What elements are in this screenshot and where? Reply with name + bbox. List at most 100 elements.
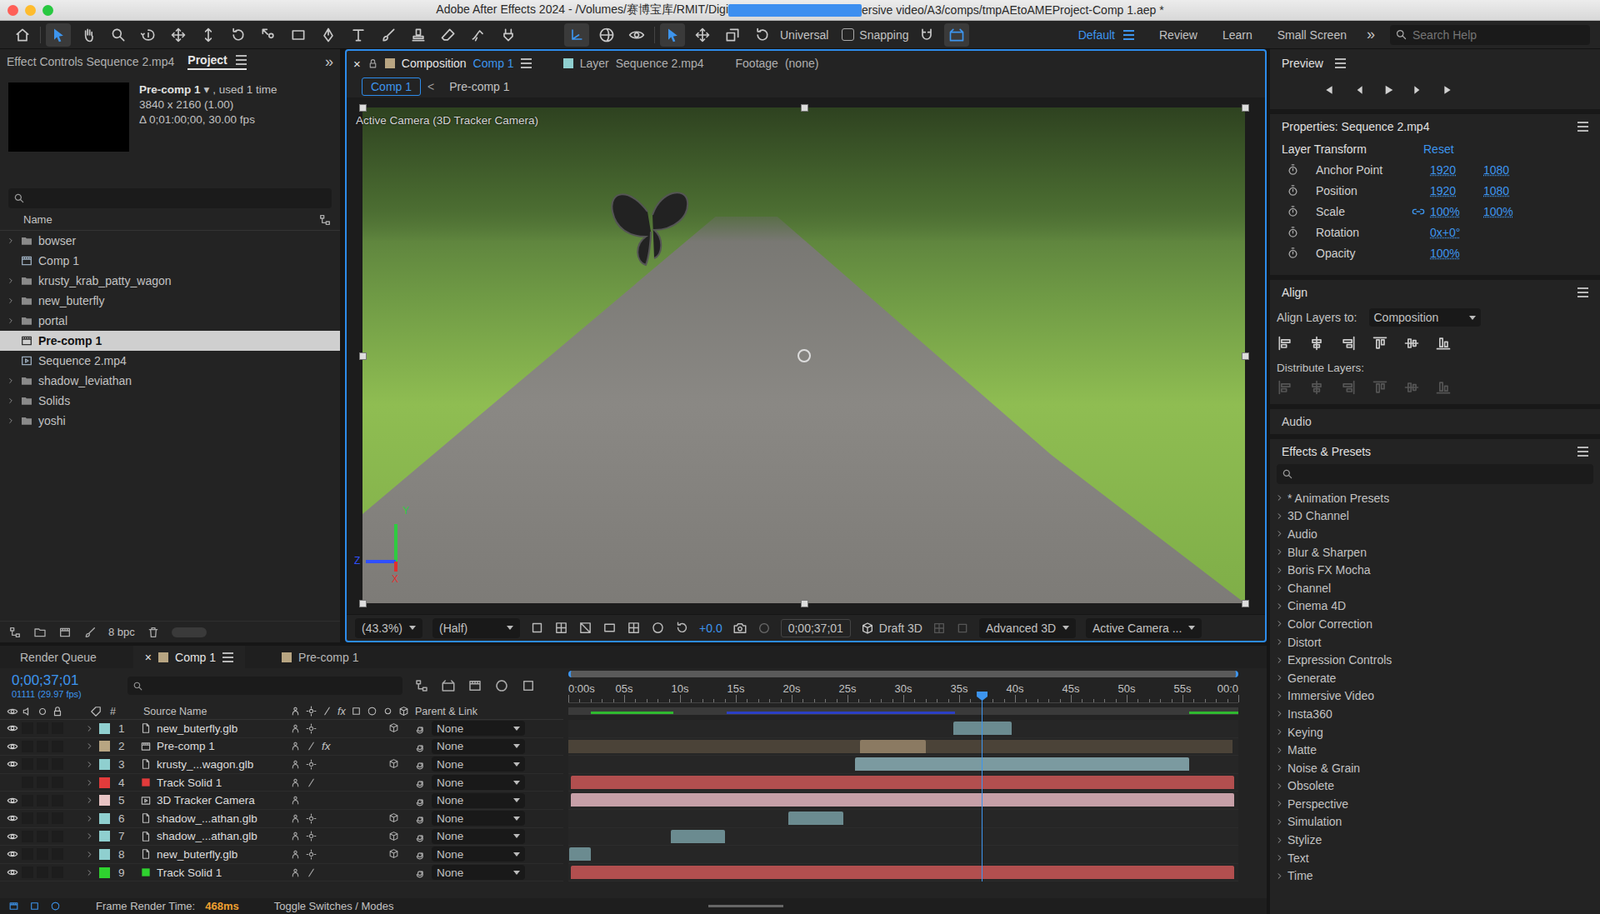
- transform-handle[interactable]: [1241, 104, 1250, 112]
- quality-icon[interactable]: [305, 867, 317, 879]
- switch-box[interactable]: [21, 830, 34, 843]
- shy-icon[interactable]: [290, 867, 301, 879]
- expand-icon[interactable]: [85, 868, 95, 878]
- pick-whip-icon[interactable]: [415, 776, 427, 789]
- tool-button[interactable]: [195, 23, 221, 47]
- anchor-point[interactable]: [797, 349, 811, 363]
- alignm-icon[interactable]: [1403, 335, 1420, 352]
- shy-icon[interactable]: [290, 777, 301, 789]
- layer-name[interactable]: Pre-comp 1: [156, 740, 290, 753]
- color-icon[interactable]: [494, 678, 510, 694]
- exposure-value[interactable]: +0.0: [699, 621, 723, 635]
- layer-row[interactable]: 53D Tracker CameraNone: [0, 791, 564, 810]
- transform-handle[interactable]: [359, 352, 367, 360]
- pick-whip-icon[interactable]: [415, 848, 427, 860]
- switch-box[interactable]: [36, 758, 49, 770]
- link-toggle[interactable]: [1411, 184, 1427, 198]
- layer-name[interactable]: Track Solid 1: [156, 866, 290, 880]
- project-item[interactable]: new_buterfly: [0, 290, 340, 311]
- tool-button[interactable]: [690, 23, 715, 47]
- panel-menu-icon[interactable]: [520, 58, 532, 69]
- label-color[interactable]: [99, 723, 110, 735]
- timeline-timecode[interactable]: 0;00;37;01: [11, 672, 116, 690]
- expand-icon[interactable]: [85, 741, 95, 751]
- transform-handle[interactable]: [359, 600, 367, 608]
- tool-button[interactable]: [315, 23, 341, 47]
- stopwatch-icon[interactable]: [1286, 205, 1300, 218]
- transform-handle[interactable]: [1241, 352, 1250, 360]
- alignl-icon[interactable]: [1276, 335, 1294, 352]
- switch-box[interactable]: [21, 722, 34, 735]
- workspace-tab[interactable]: Small Screen: [1277, 28, 1347, 42]
- layer-row[interactable]: 6shadow_...athan.glbNone: [0, 810, 564, 829]
- effect-category[interactable]: 3D Channel: [1275, 507, 1600, 526]
- extended-viewer-icon[interactable]: [955, 621, 970, 635]
- effect-category[interactable]: Blur & Sharpen: [1275, 543, 1600, 562]
- tool-button[interactable]: [375, 23, 401, 47]
- effect-category[interactable]: Matte: [1275, 740, 1600, 760]
- visibility-toggle[interactable]: [6, 795, 19, 807]
- layer-name[interactable]: new_buterfly.glb: [156, 848, 290, 861]
- switch-box[interactable]: [51, 722, 64, 735]
- layer-bar[interactable]: [570, 865, 1235, 880]
- tool-button[interactable]: [165, 23, 191, 47]
- box-icon[interactable]: [29, 900, 40, 912]
- ground-icon[interactable]: [440, 678, 456, 694]
- project-item[interactable]: Pre-comp 1: [0, 330, 340, 351]
- layer-row[interactable]: 2Pre-comp 1fxNone: [0, 738, 564, 757]
- project-item[interactable]: Solids: [0, 390, 340, 411]
- rotate-icon[interactable]: [675, 620, 690, 635]
- window-button[interactable]: [25, 5, 36, 16]
- viewer-tab[interactable]: Footage(none): [735, 56, 820, 70]
- parent-dropdown[interactable]: None: [431, 775, 525, 790]
- column-source[interactable]: Source Name: [143, 705, 290, 718]
- panel-menu-icon[interactable]: [1577, 287, 1589, 298]
- switch-box[interactable]: [36, 722, 49, 735]
- switch-box[interactable]: [51, 812, 64, 825]
- tool-button[interactable]: [720, 23, 745, 47]
- window-button[interactable]: [7, 5, 19, 16]
- workspace-tab[interactable]: Learn: [1222, 28, 1253, 42]
- prev-icon[interactable]: [1351, 83, 1365, 97]
- effect-category[interactable]: Keying: [1275, 723, 1600, 742]
- switch-box[interactable]: [21, 776, 34, 789]
- expand-icon[interactable]: [85, 724, 95, 734]
- play-icon[interactable]: [1381, 83, 1395, 97]
- switch-box[interactable]: [36, 740, 49, 753]
- expand-icon[interactable]: [6, 236, 15, 245]
- playhead[interactable]: [981, 691, 983, 882]
- visibility-toggle[interactable]: [6, 758, 19, 770]
- light-icon[interactable]: [305, 849, 317, 860]
- tool-button[interactable]: [435, 23, 461, 47]
- time-navigator[interactable]: [568, 668, 1239, 680]
- effect-category[interactable]: Channel: [1275, 579, 1600, 598]
- pick-whip-icon[interactable]: [415, 795, 427, 807]
- panel-tab[interactable]: Project: [187, 53, 246, 70]
- switch-box[interactable]: [21, 795, 34, 807]
- layer-bar[interactable]: [570, 793, 1235, 807]
- shy-icon[interactable]: [290, 759, 301, 770]
- tool-button[interactable]: [750, 23, 775, 47]
- layer-bar[interactable]: [953, 721, 1012, 735]
- shy-icon[interactable]: [290, 723, 301, 735]
- three-d-switch[interactable]: [388, 758, 400, 770]
- layer-name[interactable]: 3D Tracker Camera: [156, 794, 290, 807]
- tool-button[interactable]: [255, 23, 281, 47]
- pick-whip-icon[interactable]: [415, 722, 427, 735]
- layer-name[interactable]: new_buterfly.glb: [156, 722, 290, 735]
- layer-search[interactable]: [127, 676, 403, 695]
- pick-whip-icon[interactable]: [415, 812, 427, 825]
- switch-box[interactable]: [36, 830, 49, 843]
- stopwatch-icon[interactable]: [1286, 163, 1300, 176]
- layer-name[interactable]: shadow_...athan.glb: [156, 812, 290, 825]
- layer-name[interactable]: krusty_...wagon.glb: [156, 758, 290, 771]
- viewer-tab[interactable]: LayerSequence 2.mp4: [563, 56, 705, 70]
- playhead-head[interactable]: [976, 691, 988, 701]
- switch-box[interactable]: [51, 848, 64, 860]
- column-parent[interactable]: Parent & Link: [415, 705, 478, 718]
- parent-dropdown[interactable]: None: [431, 829, 525, 845]
- breadcrumb[interactable]: Comp 1: [361, 77, 421, 96]
- tool-button[interactable]: [45, 23, 71, 47]
- thumbnail-slider[interactable]: [171, 627, 207, 638]
- shy-icon[interactable]: [290, 740, 301, 752]
